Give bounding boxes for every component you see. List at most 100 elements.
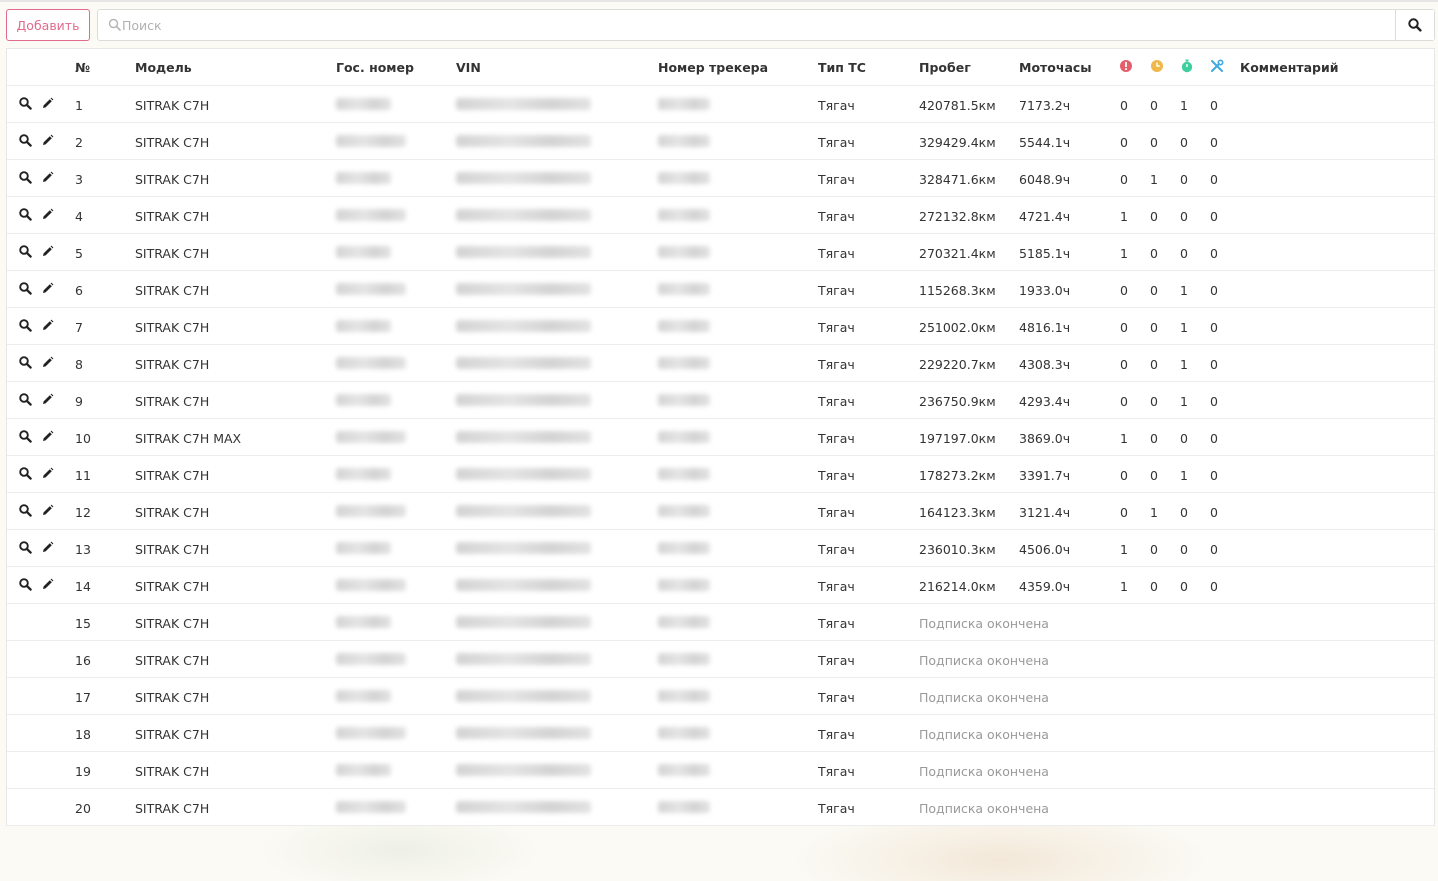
table-row[interactable]: 2 SITRAK C7H Тягач 329429.4км 5544.1ч 0 0 0 0 [7,123,1434,160]
cell-alerts: 1 [1120,579,1128,594]
table-row[interactable]: 19 SITRAK C7H Тягач Подписка окончена [7,752,1434,789]
table-row[interactable]: 3 SITRAK C7H Тягач 328471.6км 6048.9ч 0 1 0 0 [7,160,1434,197]
header-hours[interactable]: Моточасы [1019,60,1092,75]
redacted-plate [336,283,406,295]
table-row[interactable]: 16 SITRAK C7H Тягач Подписка окончена [7,641,1434,678]
cell-clock: 0 [1150,468,1158,483]
cell-hours: 4308.3ч [1019,357,1071,372]
cell-num: 6 [75,283,83,298]
edit-icon[interactable] [41,504,54,517]
view-icon[interactable] [19,541,32,554]
header-plate[interactable]: Гос. номер [336,60,414,75]
timer-icon [1181,59,1193,73]
table-row[interactable]: 6 SITRAK C7H Тягач 115268.3км 1933.0ч 0 0 1 0 [7,271,1434,308]
redacted-tracker [658,542,710,554]
view-icon[interactable] [19,134,32,147]
cell-tools: 0 [1210,394,1218,409]
cell-clock: 0 [1150,246,1158,261]
view-icon[interactable] [19,393,32,406]
edit-icon[interactable] [41,393,54,406]
cell-mileage: 197197.0км [919,431,996,446]
redacted-plate [336,801,406,813]
view-icon[interactable] [19,467,32,480]
header-mileage[interactable]: Пробег [919,60,971,75]
cell-clock: 1 [1150,505,1158,520]
header-type[interactable]: Тип ТС [818,60,866,75]
table-row[interactable]: 12 SITRAK C7H Тягач 164123.3км 3121.4ч 0 1 0 0 [7,493,1434,530]
cell-model: SITRAK C7H [135,98,210,113]
cell-num: 12 [75,505,91,520]
cell-num: 20 [75,801,91,816]
redacted-vin [456,764,591,776]
edit-icon[interactable] [41,356,54,369]
cell-timer: 1 [1180,357,1188,372]
header-vin[interactable]: VIN [456,60,481,75]
cell-timer: 0 [1180,505,1188,520]
cell-type: Тягач [818,505,855,520]
header-tracker[interactable]: Номер трекера [658,60,768,75]
table-row[interactable]: 1 SITRAK C7H Тягач 420781.5км 7173.2ч 0 0 1 0 [7,86,1434,123]
table-row[interactable]: 17 SITRAK C7H Тягач Подписка окончена [7,678,1434,715]
cell-num: 9 [75,394,83,409]
cell-timer: 1 [1180,394,1188,409]
cell-num: 11 [75,468,91,483]
view-icon[interactable] [19,282,32,295]
redacted-vin [456,727,591,739]
cell-alerts: 0 [1120,394,1128,409]
view-icon[interactable] [19,245,32,258]
table-row[interactable]: 4 SITRAK C7H Тягач 272132.8км 4721.4ч 1 0 0 0 [7,197,1434,234]
table-row[interactable]: 15 SITRAK C7H Тягач Подписка окончена [7,604,1434,641]
cell-timer: 0 [1180,579,1188,594]
table-row[interactable]: 13 SITRAK C7H Тягач 236010.3км 4506.0ч 1 0 0 0 [7,530,1434,567]
table-row[interactable]: 8 SITRAK C7H Тягач 229220.7км 4308.3ч 0 0 1 0 [7,345,1434,382]
table-row[interactable]: 14 SITRAK C7H Тягач 216214.0км 4359.0ч 1 0 0 0 [7,567,1434,604]
edit-icon[interactable] [41,578,54,591]
edit-icon[interactable] [41,208,54,221]
view-icon[interactable] [19,578,32,591]
cell-alerts: 1 [1120,209,1128,224]
cell-tools: 0 [1210,246,1218,261]
header-model[interactable]: Модель [135,60,192,75]
cell-alerts: 0 [1120,320,1128,335]
edit-icon[interactable] [41,134,54,147]
add-button[interactable]: Добавить [6,9,90,41]
cell-model: SITRAK C7H [135,135,210,150]
view-icon[interactable] [19,356,32,369]
edit-icon[interactable] [41,282,54,295]
table-row[interactable]: 5 SITRAK C7H Тягач 270321.4км 5185.1ч 1 0 0 0 [7,234,1434,271]
cell-type: Тягач [818,394,855,409]
view-icon[interactable] [19,319,32,332]
table-row[interactable]: 20 SITRAK C7H Тягач Подписка окончена [7,789,1434,826]
edit-icon[interactable] [41,467,54,480]
view-icon[interactable] [19,430,32,443]
table-row[interactable]: 11 SITRAK C7H Тягач 178273.2км 3391.7ч 0 0 1 0 [7,456,1434,493]
cell-mileage: 236750.9км [919,394,996,409]
view-icon[interactable] [19,171,32,184]
cell-num: 18 [75,727,91,742]
cell-clock: 1 [1150,172,1158,187]
cell-tools: 0 [1210,320,1218,335]
edit-icon[interactable] [41,171,54,184]
view-icon[interactable] [19,504,32,517]
cell-clock: 0 [1150,209,1158,224]
edit-icon[interactable] [41,541,54,554]
redacted-vin [456,172,591,184]
cell-num: 14 [75,579,91,594]
search-button[interactable] [1395,10,1434,40]
table-row[interactable]: 10 SITRAK C7H MAX Тягач 197197.0км 3869.0ч 1 0… [7,419,1434,456]
edit-icon[interactable] [41,319,54,332]
redacted-plate [336,135,406,147]
search-input[interactable] [122,11,1392,39]
redacted-plate [336,320,391,332]
table-row[interactable]: 7 SITRAK C7H Тягач 251002.0км 4816.1ч 0 0 1 0 [7,308,1434,345]
table-row[interactable]: 9 SITRAK C7H Тягач 236750.9км 4293.4ч 0 0 1 0 [7,382,1434,419]
redacted-vin [456,135,591,147]
edit-icon[interactable] [41,430,54,443]
redacted-vin [456,690,591,702]
table-row[interactable]: 18 SITRAK C7H Тягач Подписка окончена [7,715,1434,752]
view-icon[interactable] [19,97,32,110]
cell-timer: 1 [1180,283,1188,298]
view-icon[interactable] [19,208,32,221]
edit-icon[interactable] [41,245,54,258]
edit-icon[interactable] [41,97,54,110]
